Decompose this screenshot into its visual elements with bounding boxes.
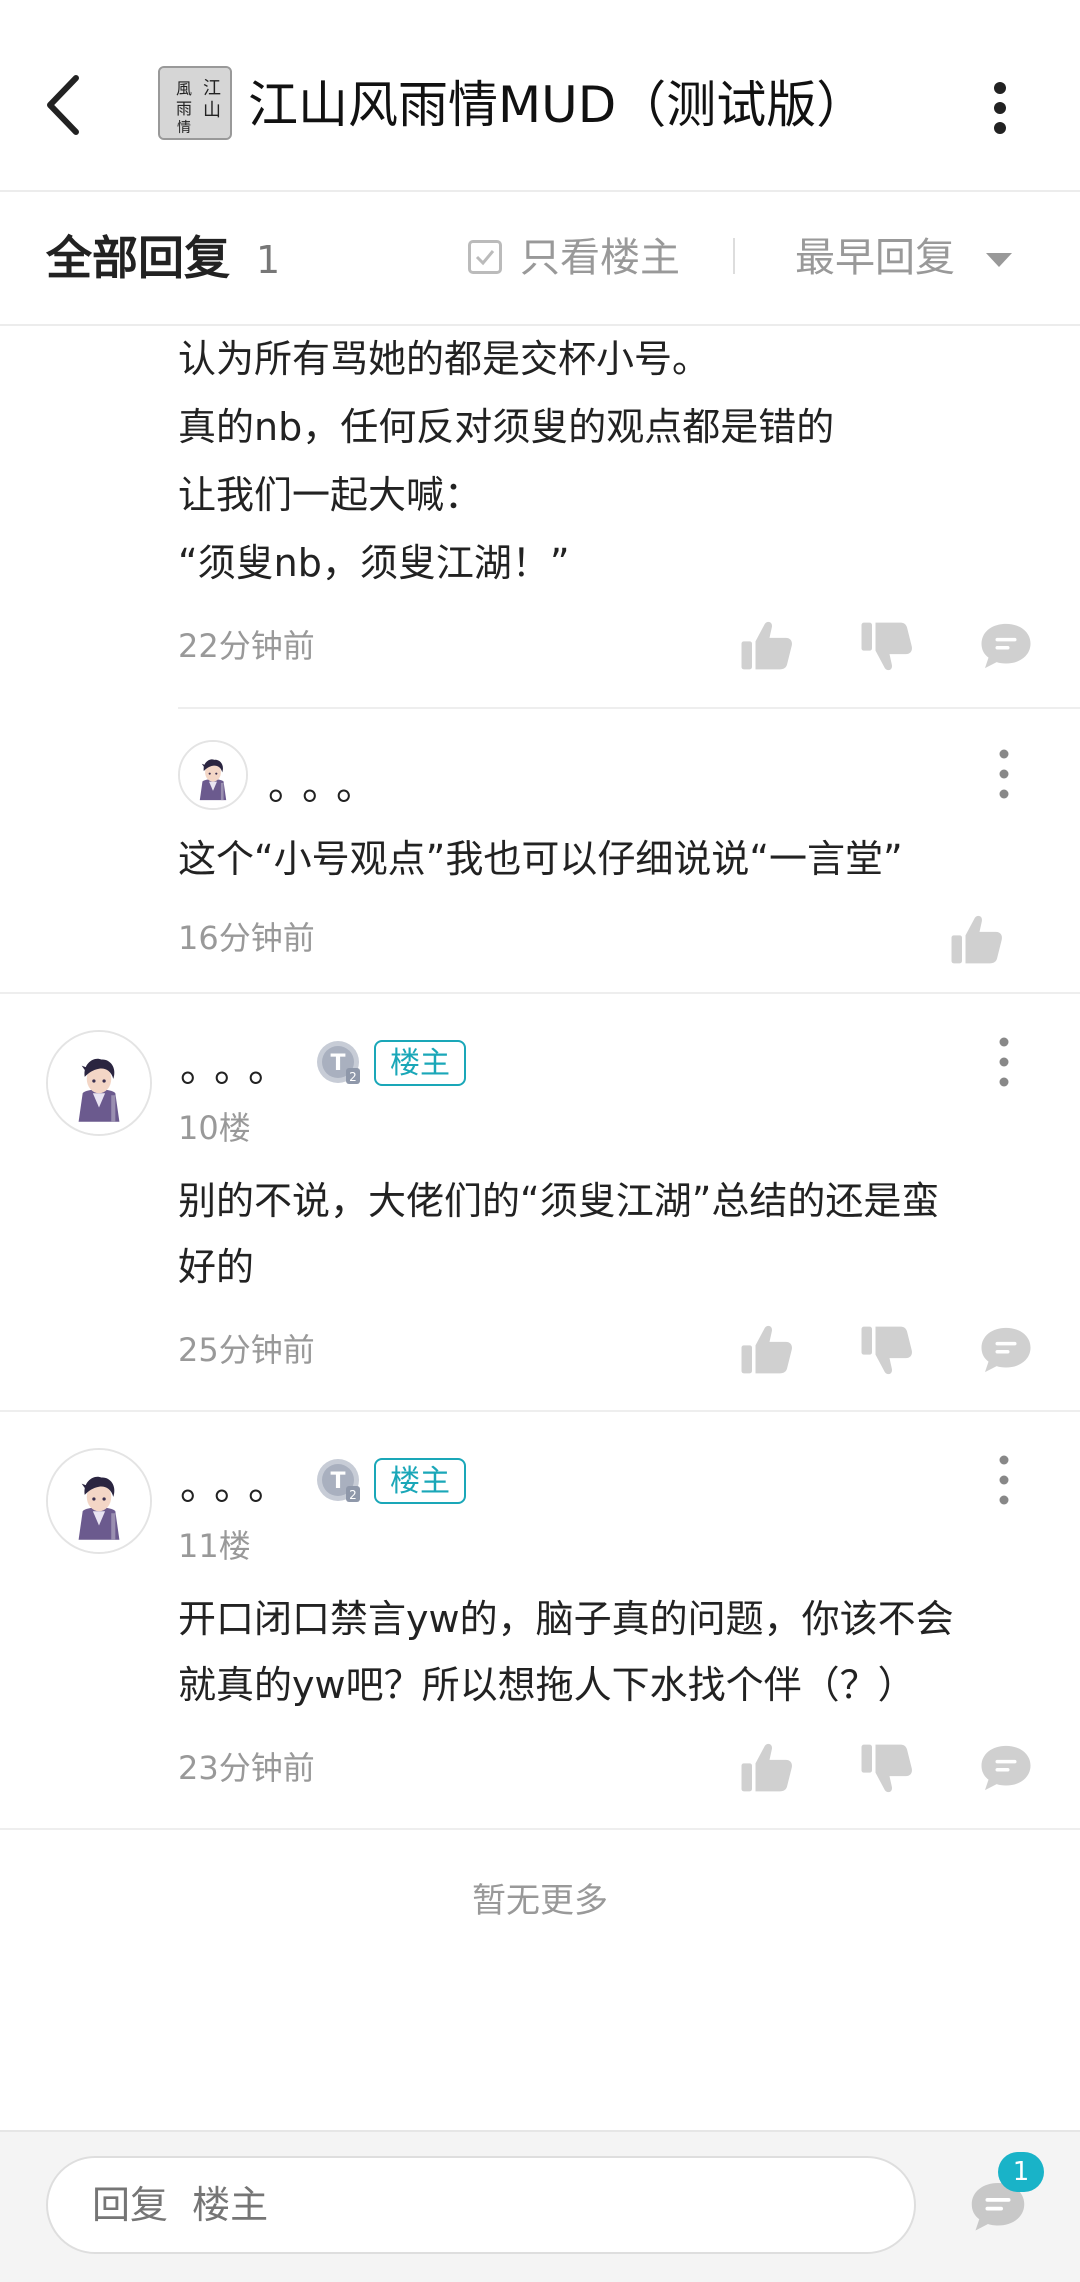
more-icon[interactable] (980, 78, 1020, 138)
comment-icon[interactable] (978, 618, 1034, 674)
reply-text-line: “须叟nb，须叟江湖！” (178, 541, 570, 585)
page-title: 江山风雨情MUD（测试版） (248, 76, 867, 134)
svg-text:山: 山 (203, 100, 221, 121)
floor-number: 11楼 (178, 1527, 251, 1565)
comment-icon[interactable] (978, 1322, 1034, 1378)
level-badge-icon (314, 1038, 364, 1088)
reply-text-line: 让我们一起大喊： (178, 473, 483, 517)
svg-text:江: 江 (203, 78, 221, 99)
reply-text-line: 开口闭口禁言yw的，脑子真的问题，你该不会 (178, 1597, 954, 1641)
level-badge-icon (314, 1456, 364, 1506)
all-replies-label: 全部回复 (46, 231, 230, 285)
reply-text-line: 好的 (178, 1245, 255, 1289)
reply-text-line: 认为所有骂她的都是交杯小号。 (178, 337, 711, 381)
avatar[interactable] (178, 740, 248, 810)
only-op-toggle[interactable]: 只看楼主 (520, 230, 680, 286)
reply-timestamp: 25分钟前 (178, 1331, 315, 1369)
avatar[interactable] (46, 1448, 152, 1554)
floor-number: 10楼 (178, 1109, 251, 1147)
reply-text-line: 别的不说，大佬们的“须叟江湖”总结的还是蛮 (178, 1179, 940, 1223)
no-more-label: 暂无更多 (472, 1881, 608, 1921)
reply-timestamp: 23分钟前 (178, 1749, 315, 1787)
back-icon[interactable] (40, 70, 90, 140)
like-icon[interactable] (738, 618, 794, 674)
sort-dropdown[interactable]: 最早回复 (795, 230, 955, 286)
divider (0, 1410, 1080, 1412)
username[interactable]: 。。。 (180, 1458, 302, 1514)
reply-count: 1 (256, 238, 281, 282)
svg-text:風: 風 (176, 79, 192, 98)
checkbox-icon[interactable] (468, 240, 502, 274)
divider (178, 707, 1080, 709)
avatar[interactable] (46, 1030, 152, 1136)
reply-input[interactable] (46, 2156, 916, 2254)
divider (0, 1828, 1080, 1830)
filter-divider (733, 238, 735, 274)
more-icon[interactable] (994, 1034, 1014, 1090)
svg-text:情: 情 (177, 120, 191, 136)
reply-text-line: 就真的yw吧？所以想拖人下水找个伴（？） (178, 1663, 916, 1707)
reply-text-line: 真的nb，任何反对须叟的观点都是错的 (178, 405, 835, 449)
reply-timestamp: 22分钟前 (178, 627, 315, 665)
dislike-icon[interactable] (858, 1322, 914, 1378)
op-badge: 楼主 (374, 1458, 466, 1504)
svg-text:雨: 雨 (176, 99, 192, 118)
divider (0, 992, 1080, 994)
comment-icon[interactable] (978, 1740, 1034, 1796)
reply-timestamp: 16分钟前 (178, 919, 315, 957)
username[interactable]: 。。。 (268, 758, 390, 814)
dislike-icon[interactable] (858, 618, 914, 674)
like-icon[interactable] (948, 912, 1004, 968)
dislike-icon[interactable] (858, 1740, 914, 1796)
like-icon[interactable] (738, 1322, 794, 1378)
reply-text: 这个“小号观点”我也可以仔细说说“一言堂” (178, 837, 903, 881)
app-logo: 江 山 風 雨 情 (158, 66, 232, 140)
username[interactable]: 。。。 (180, 1040, 302, 1096)
more-icon[interactable] (994, 746, 1014, 802)
like-icon[interactable] (738, 1740, 794, 1796)
op-badge: 楼主 (374, 1040, 466, 1086)
more-icon[interactable] (994, 1452, 1014, 1508)
dropdown-caret-icon[interactable] (986, 253, 1012, 267)
notification-badge: 1 (998, 2152, 1044, 2192)
